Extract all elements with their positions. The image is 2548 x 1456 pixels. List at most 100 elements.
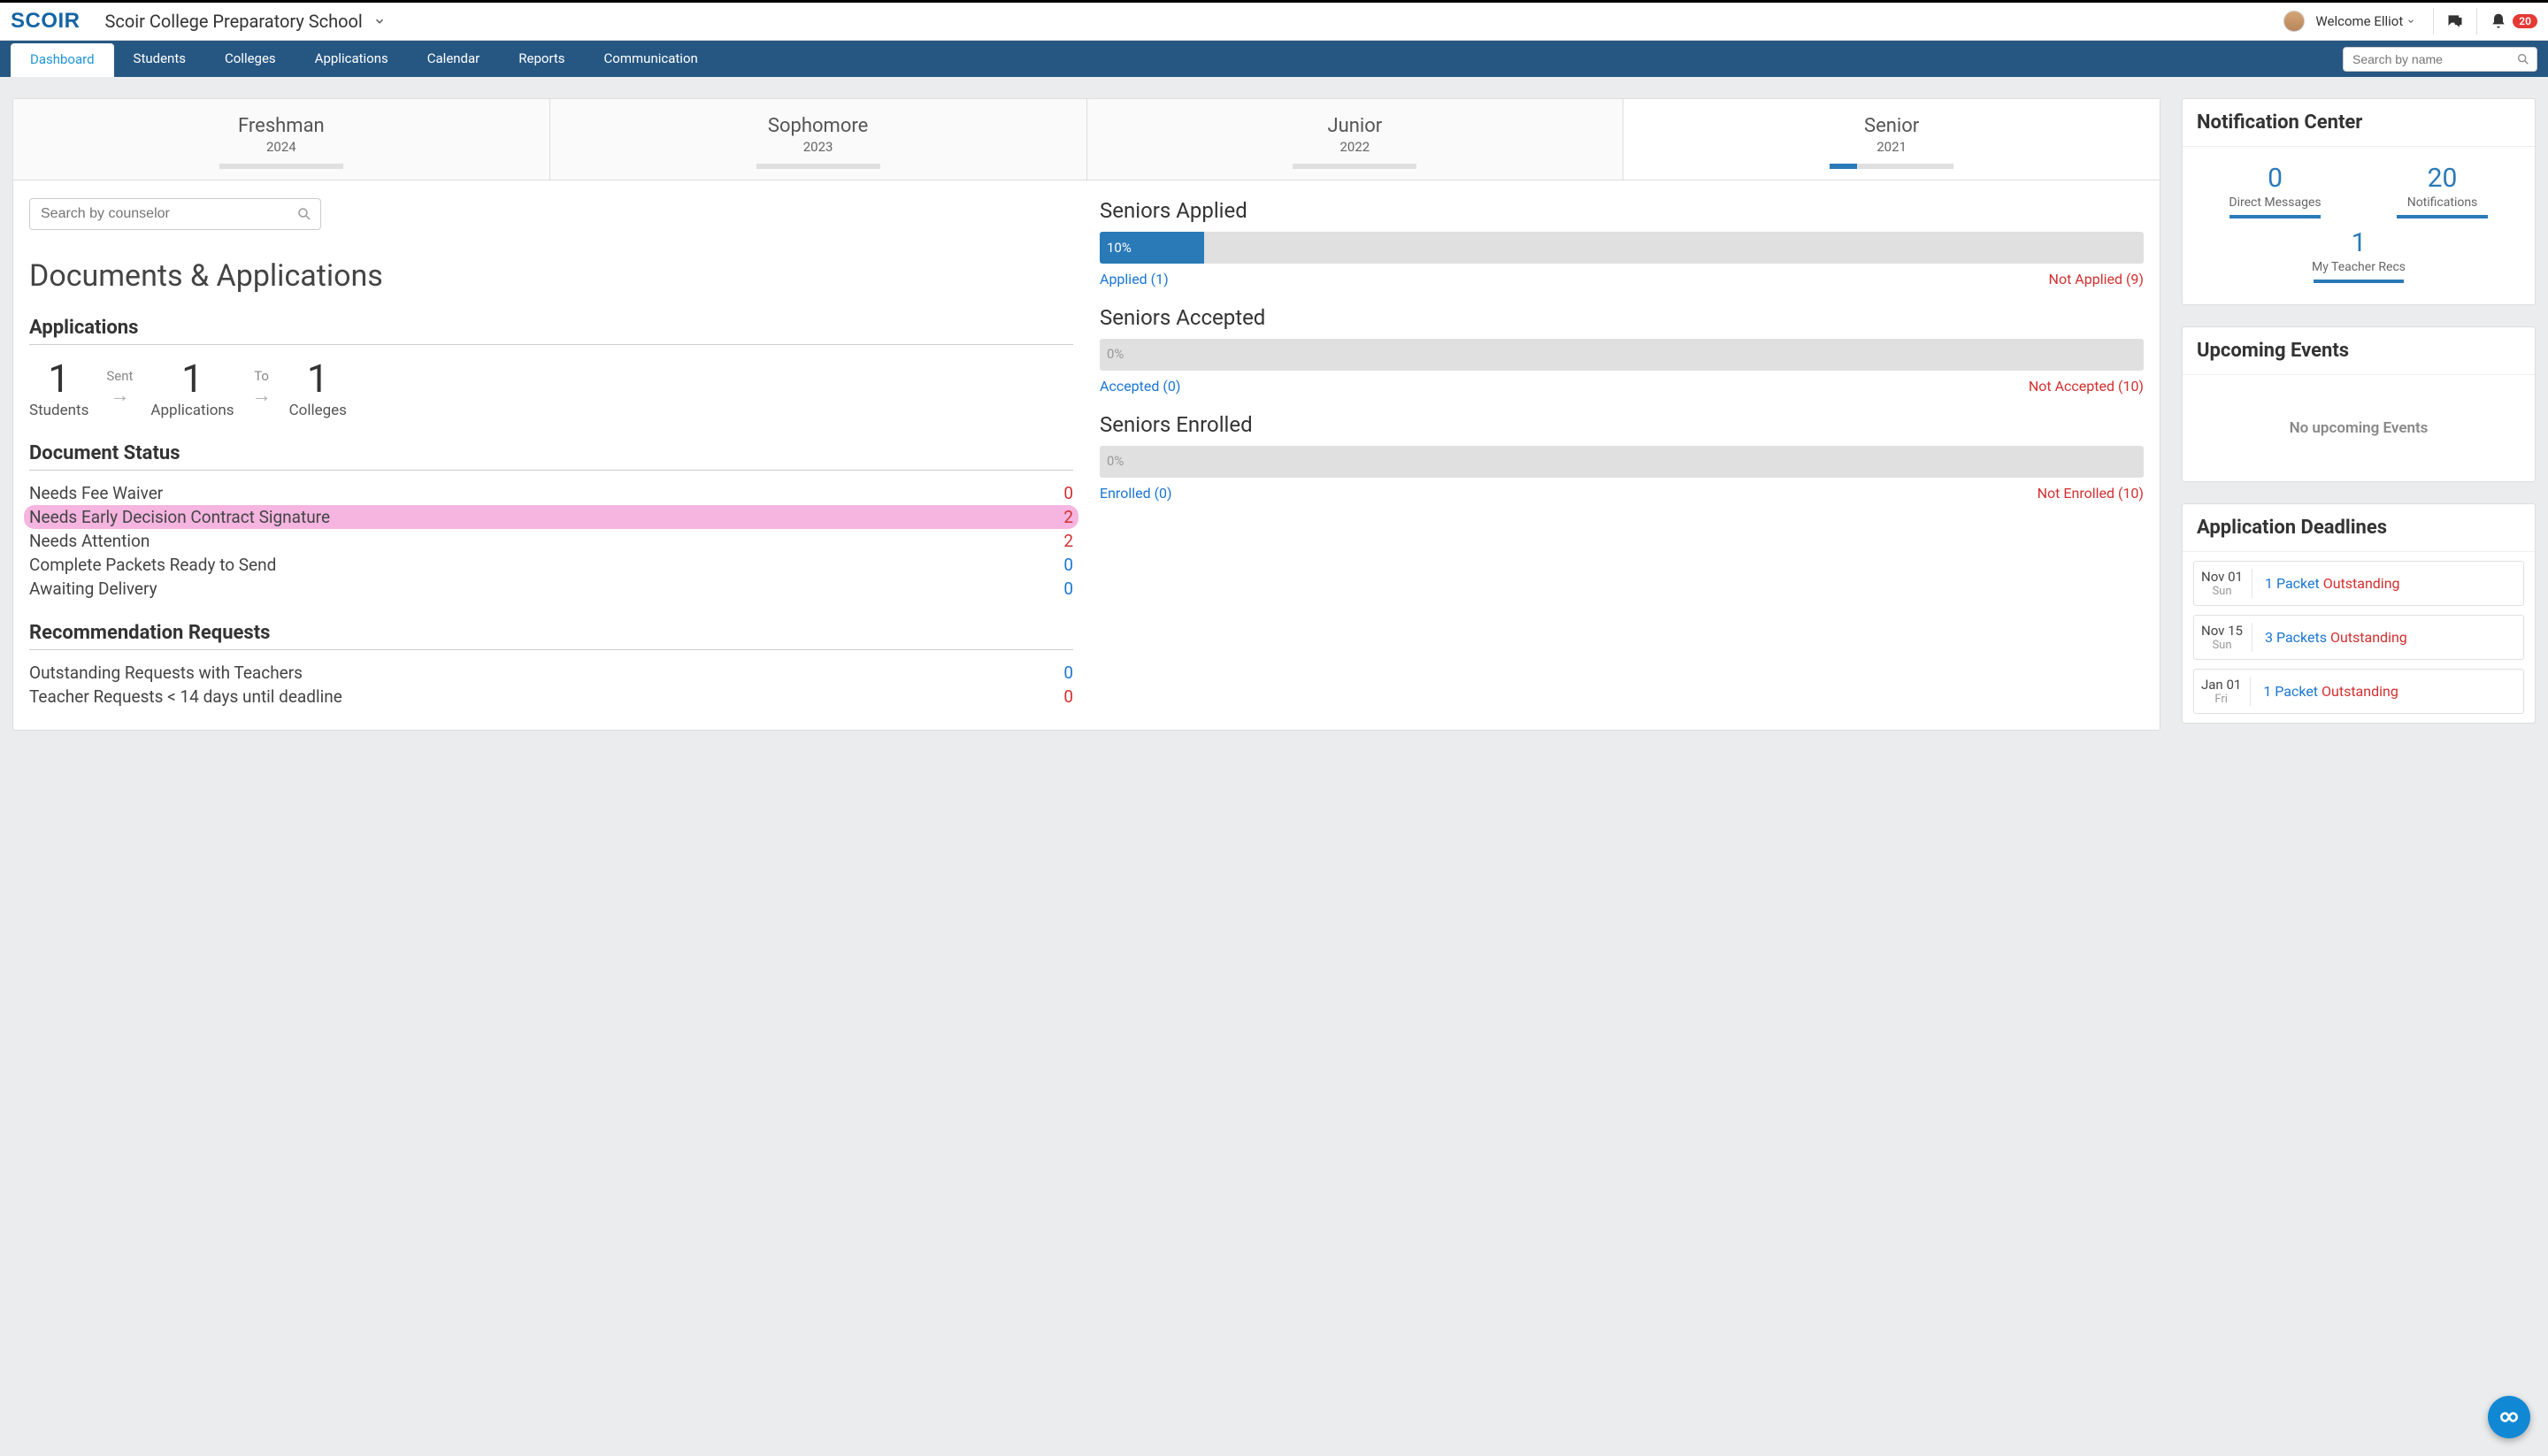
notif-label: My Teacher Recs xyxy=(2283,260,2434,274)
class-tab-year: 2021 xyxy=(1631,139,2153,155)
rec-row-label: Teacher Requests < 14 days until deadlin… xyxy=(29,686,342,707)
deadline-status: Outstanding xyxy=(2322,683,2398,700)
deadline-link[interactable]: 1 Packet xyxy=(2265,575,2320,592)
progress-section: Seniors Applied 10% Applied (1) Not Appl… xyxy=(1100,198,2144,287)
topbar-right: Welcome Elliot 20 xyxy=(2283,8,2537,34)
search-icon xyxy=(296,206,312,222)
notification-cell[interactable]: 1 My Teacher Recs xyxy=(2283,227,2434,283)
count-value: 1 xyxy=(150,356,234,402)
nav-tab-colleges[interactable]: Colleges xyxy=(205,42,295,77)
doc-row-value: 0 xyxy=(1063,555,1073,575)
nav-tab-applications[interactable]: Applications xyxy=(295,42,408,77)
students-count[interactable]: 1 Students xyxy=(29,356,88,419)
doc-status-row[interactable]: Awaiting Delivery 0 xyxy=(29,577,1073,601)
count-value: 1 xyxy=(29,356,88,402)
school-selector[interactable]: Scoir College Preparatory School xyxy=(105,11,386,32)
deadline-row[interactable]: Jan 01 Fri 1 Packet Outstanding xyxy=(2193,669,2524,714)
progress-track xyxy=(1830,164,1953,169)
notif-underline xyxy=(2397,215,2487,218)
bell-icon[interactable] xyxy=(2490,12,2507,30)
class-tab-sophomore[interactable]: Sophomore 2023 xyxy=(550,99,1087,180)
class-tabs: Freshman 2024 Sophomore 2023 Junior 2022… xyxy=(13,99,2160,180)
page: Freshman 2024 Sophomore 2023 Junior 2022… xyxy=(0,77,2548,743)
class-tab-name: Junior xyxy=(1094,115,1616,137)
notif-underline xyxy=(2230,215,2320,218)
progress-link-not-applied[interactable]: Not Enrolled (10) xyxy=(2038,485,2144,502)
progress-link-applied[interactable]: Applied (1) xyxy=(1100,271,1169,287)
doc-row-value: 0 xyxy=(1063,579,1073,599)
nav-tab-reports[interactable]: Reports xyxy=(499,42,584,77)
count-label: Applications xyxy=(150,402,234,419)
deadlines-heading: Application Deadlines xyxy=(2183,504,2535,552)
doc-status-heading: Document Status xyxy=(29,442,1073,471)
progress-link-not-applied[interactable]: Not Applied (9) xyxy=(2049,271,2144,287)
progress-column: Seniors Applied 10% Applied (1) Not Appl… xyxy=(1100,198,2144,709)
left-column: Documents & Applications Applications 1 … xyxy=(29,198,1073,709)
doc-status-row[interactable]: Needs Fee Waiver0 xyxy=(29,481,1073,505)
colleges-count[interactable]: 1 Colleges xyxy=(289,356,347,419)
progress-track xyxy=(219,164,343,169)
progress-link-not-applied[interactable]: Not Accepted (10) xyxy=(2029,378,2144,395)
class-tab-freshman[interactable]: Freshman 2024 xyxy=(13,99,550,180)
deadline-link[interactable]: 1 Packet xyxy=(2263,683,2318,700)
chevron-down-icon xyxy=(2406,17,2415,26)
arrow-label: To xyxy=(252,368,272,384)
nav-tab-dashboard[interactable]: Dashboard xyxy=(11,43,114,77)
doc-row-value: 0 xyxy=(1063,483,1073,503)
progress-link-applied[interactable]: Enrolled (0) xyxy=(1100,485,1172,502)
deadline-text: 1 Packet Outstanding xyxy=(2265,575,2400,592)
rec-row-label: Outstanding Requests with Teachers xyxy=(29,663,303,683)
notification-count-badge[interactable]: 20 xyxy=(2513,14,2537,28)
applications-count[interactable]: 1 Applications xyxy=(150,356,234,419)
deadline-text: 1 Packet Outstanding xyxy=(2263,683,2398,700)
class-tab-senior[interactable]: Senior 2021 xyxy=(1623,99,2160,180)
welcome-dropdown[interactable]: Welcome Elliot xyxy=(2310,13,2421,29)
progress-bar: 10% xyxy=(1100,232,2144,264)
counselor-search-input[interactable] xyxy=(29,198,321,230)
progress-link-applied[interactable]: Accepted (0) xyxy=(1100,378,1180,395)
search-icon xyxy=(2516,52,2530,66)
progress-empty-text: 0% xyxy=(1107,346,1124,362)
deadline-row[interactable]: Nov 15 Sun 3 Packets Outstanding xyxy=(2193,615,2524,660)
upcoming-events-heading: Upcoming Events xyxy=(2183,327,2535,375)
deadline-date-text: Nov 01 xyxy=(2201,569,2243,585)
class-tab-name: Freshman xyxy=(20,115,542,137)
rec-request-row[interactable]: Teacher Requests < 14 days until deadlin… xyxy=(29,685,1073,709)
progress-bar: 0% xyxy=(1100,339,2144,371)
help-fab[interactable] xyxy=(2488,1396,2530,1438)
class-tab-junior[interactable]: Junior 2022 xyxy=(1087,99,1624,180)
rec-requests-heading: Recommendation Requests xyxy=(29,622,1073,650)
deadline-day: Sun xyxy=(2201,585,2243,598)
progress-links: Accepted (0) Not Accepted (10) xyxy=(1100,378,2144,395)
class-tab-year: 2023 xyxy=(557,139,1079,155)
navbar: DashboardStudentsCollegesApplicationsCal… xyxy=(0,41,2548,77)
progress-fill xyxy=(1830,164,1857,169)
doc-status-row[interactable]: Needs Early Decision Contract Signature2 xyxy=(24,505,1078,529)
progress-section: Seniors Enrolled 0% Enrolled (0) Not Enr… xyxy=(1100,412,2144,502)
chevron-down-icon xyxy=(373,15,386,27)
notif-count: 20 xyxy=(2367,163,2517,194)
progress-title: Seniors Enrolled xyxy=(1100,412,2144,437)
doc-row-label: Awaiting Delivery xyxy=(29,579,157,599)
nav-tab-calendar[interactable]: Calendar xyxy=(408,42,500,77)
deadline-text: 3 Packets Outstanding xyxy=(2265,629,2407,646)
progress-bar: 0% xyxy=(1100,446,2144,478)
nav-tab-communication[interactable]: Communication xyxy=(585,42,718,77)
doc-status-row[interactable]: Complete Packets Ready to Send 0 xyxy=(29,553,1073,577)
chat-icon[interactable] xyxy=(2446,12,2464,30)
notification-cell[interactable]: 20 Notifications xyxy=(2367,163,2517,218)
rec-row-value: 0 xyxy=(1063,686,1073,707)
logo[interactable]: SCOIR xyxy=(11,9,81,34)
nav-tab-students[interactable]: Students xyxy=(114,42,205,77)
nav-search xyxy=(2343,47,2537,72)
deadline-row[interactable]: Nov 01 Sun 1 Packet Outstanding xyxy=(2193,561,2524,606)
avatar[interactable] xyxy=(2283,11,2305,32)
doc-status-row[interactable]: Needs Attention2 xyxy=(29,529,1073,553)
rec-request-row[interactable]: Outstanding Requests with Teachers0 xyxy=(29,661,1073,685)
notification-cell[interactable]: 0 Direct Messages xyxy=(2199,163,2350,218)
doc-row-label: Complete Packets Ready to Send xyxy=(29,555,276,575)
search-input[interactable] xyxy=(2343,47,2537,72)
doc-row-label: Needs Early Decision Contract Signature xyxy=(29,507,330,527)
notification-center-heading: Notification Center xyxy=(2183,99,2535,147)
deadline-link[interactable]: 3 Packets xyxy=(2265,629,2327,646)
